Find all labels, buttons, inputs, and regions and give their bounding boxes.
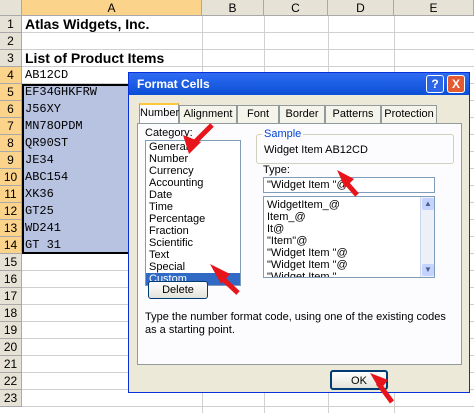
arrow-to-ok-button-icon bbox=[370, 373, 395, 404]
arrow-to-number-tab-icon bbox=[183, 123, 214, 154]
arrow-to-custom-icon bbox=[210, 264, 240, 295]
arrow-to-type-input-icon bbox=[337, 170, 359, 197]
annotation-arrows bbox=[183, 123, 395, 404]
